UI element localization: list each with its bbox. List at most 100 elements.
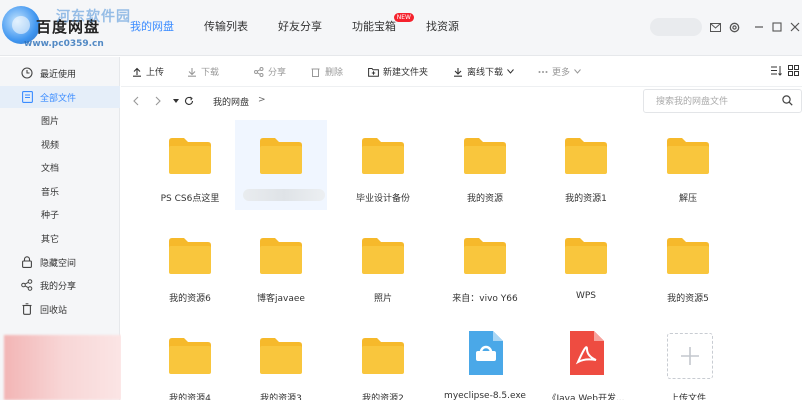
exe-file-icon: [462, 330, 508, 375]
sidebar-item-hidden-space[interactable]: 隐藏空间: [0, 251, 120, 273]
folder-icon: [167, 336, 213, 376]
file-name: 博客javaee: [257, 294, 305, 304]
settings-icon[interactable]: [727, 20, 741, 34]
sidebar-item-images[interactable]: 图片: [0, 109, 120, 131]
file-name: 我的资源4: [169, 394, 211, 400]
folder-item[interactable]: WPS: [540, 220, 632, 310]
file-name: WPS: [575, 291, 597, 301]
new-folder-icon: [368, 66, 379, 77]
sidebar-item-documents[interactable]: 文档: [0, 156, 120, 178]
title-bar: 百度网盘 河东软件园 www.pc0359.cn 我的网盘 传输列表 好友分享 …: [0, 0, 802, 56]
breadcrumb[interactable]: 我的网盘: [213, 95, 249, 108]
folder-item[interactable]: 我的资源2: [337, 320, 429, 400]
file-item[interactable]: 《Java Web开发...: [540, 320, 632, 400]
sidebar-item-label: 其它: [41, 234, 60, 245]
forward-icon[interactable]: [153, 95, 163, 107]
mail-icon[interactable]: [708, 20, 722, 34]
share-button-label: 分享: [268, 68, 287, 78]
sidebar-item-label: 种子: [41, 210, 60, 221]
file-name: 《Java Web开发...: [547, 394, 625, 400]
folder-item[interactable]: 我的资源5: [642, 220, 734, 310]
file-name: 上传文件: [669, 394, 706, 400]
tab-my-disk[interactable]: 我的网盘: [130, 18, 174, 34]
share-icon: [20, 278, 34, 292]
upload-button[interactable]: 上传: [131, 65, 164, 78]
offline-download-button-label: 离线下载: [467, 68, 504, 78]
pdf-file-icon: [563, 330, 609, 375]
file-item[interactable]: myeclipse-8.5.exe: [439, 320, 531, 400]
upload-button-label: 上传: [146, 68, 165, 78]
sidebar-item-torrents[interactable]: 种子: [0, 203, 120, 225]
tab-find-resources[interactable]: 找资源: [426, 18, 459, 34]
search-icon[interactable]: [782, 95, 793, 109]
new-folder-button[interactable]: 新建文件夹: [368, 65, 428, 78]
minimize-icon[interactable]: [752, 20, 766, 34]
sidebar-item-label: 图片: [41, 116, 60, 127]
search-input[interactable]: [656, 95, 776, 108]
sidebar-item-label: 全部文件: [40, 93, 77, 104]
storage-usage-panel: [4, 335, 122, 400]
file-name: 来自：vivo Y66: [452, 294, 518, 304]
folder-item[interactable]: 我的资源3: [235, 320, 327, 400]
folder-item[interactable]: 解压: [642, 120, 734, 210]
new-badge: NEW: [393, 13, 414, 22]
tab-friend-share[interactable]: 好友分享: [278, 18, 322, 34]
redacted-file-name: [243, 189, 325, 201]
close-icon[interactable]: [788, 20, 802, 34]
back-icon[interactable]: [131, 95, 141, 107]
folder-item[interactable]: 我的资源1: [540, 120, 632, 210]
download-icon: [186, 66, 197, 77]
user-avatar-area[interactable]: [650, 18, 702, 36]
folder-item[interactable]: 照片: [337, 220, 429, 310]
tab-transfer-list[interactable]: 传输列表: [204, 18, 248, 34]
folder-icon: [167, 136, 213, 176]
folder-item[interactable]: 来自：vivo Y66: [439, 220, 531, 310]
folder-item[interactable]: 我的资源6: [144, 220, 236, 310]
grid-view-icon[interactable]: [788, 65, 799, 79]
file-name: 我的资源5: [667, 294, 709, 304]
plus-icon: [667, 333, 713, 379]
file-name: PS CS6点这里: [160, 194, 220, 204]
folder-icon: [258, 136, 304, 176]
history-dropdown-icon[interactable]: [171, 95, 181, 107]
sidebar-item-music[interactable]: 音乐: [0, 180, 120, 202]
sidebar-item-videos[interactable]: 视频: [0, 133, 120, 155]
sidebar-item-recycle-bin[interactable]: 回收站: [0, 298, 120, 320]
maximize-icon[interactable]: [770, 20, 784, 34]
sidebar-item-label: 音乐: [41, 187, 60, 198]
sidebar-item-other[interactable]: 其它: [0, 227, 120, 249]
delete-button[interactable]: 删除: [310, 65, 343, 78]
tab-toolbox[interactable]: 功能宝箱 NEW: [352, 13, 414, 34]
file-name: myeclipse-8.5.exe: [444, 391, 526, 400]
folder-item[interactable]: 我的资源: [439, 120, 531, 210]
refresh-icon[interactable]: [184, 95, 194, 107]
upload-file-tile[interactable]: 上传文件: [642, 320, 734, 400]
chevron-down-icon: [507, 67, 514, 77]
file-icon: [20, 90, 34, 104]
sidebar-item-label: 视频: [41, 140, 60, 151]
download-button-label: 下载: [201, 68, 220, 78]
offline-download-button[interactable]: 离线下载: [452, 65, 514, 78]
folder-icon: [360, 336, 406, 376]
sort-icon[interactable]: [770, 65, 782, 79]
download-button[interactable]: 下载: [186, 65, 219, 78]
folder-icon: [258, 236, 304, 276]
folder-item[interactable]: [235, 120, 327, 210]
breadcrumb-separator-icon: >: [258, 95, 266, 105]
sidebar-item-my-shares[interactable]: 我的分享: [0, 274, 120, 296]
share-button[interactable]: 分享: [253, 65, 286, 78]
folder-item[interactable]: 博客javaee: [235, 220, 327, 310]
more-button[interactable]: 更多: [537, 65, 581, 78]
sidebar-item-all-files[interactable]: 全部文件: [0, 86, 120, 108]
clock-icon: [20, 66, 34, 80]
folder-item[interactable]: PS CS6点这里: [144, 120, 236, 210]
sidebar-item-label: 我的分享: [40, 281, 77, 292]
sidebar-item-recent[interactable]: 最近使用: [0, 62, 120, 84]
tab-toolbox-label: 功能宝箱: [352, 20, 396, 33]
file-name: 我的资源3: [260, 394, 302, 400]
top-navigation: 我的网盘 传输列表 好友分享 功能宝箱 NEW 找资源: [130, 13, 489, 34]
folder-item[interactable]: 我的资源4: [144, 320, 236, 400]
watermark-url: www.pc0359.cn: [24, 39, 104, 49]
folder-item[interactable]: 毕业设计备份: [337, 120, 429, 210]
sidebar-item-label: 回收站: [40, 305, 68, 316]
